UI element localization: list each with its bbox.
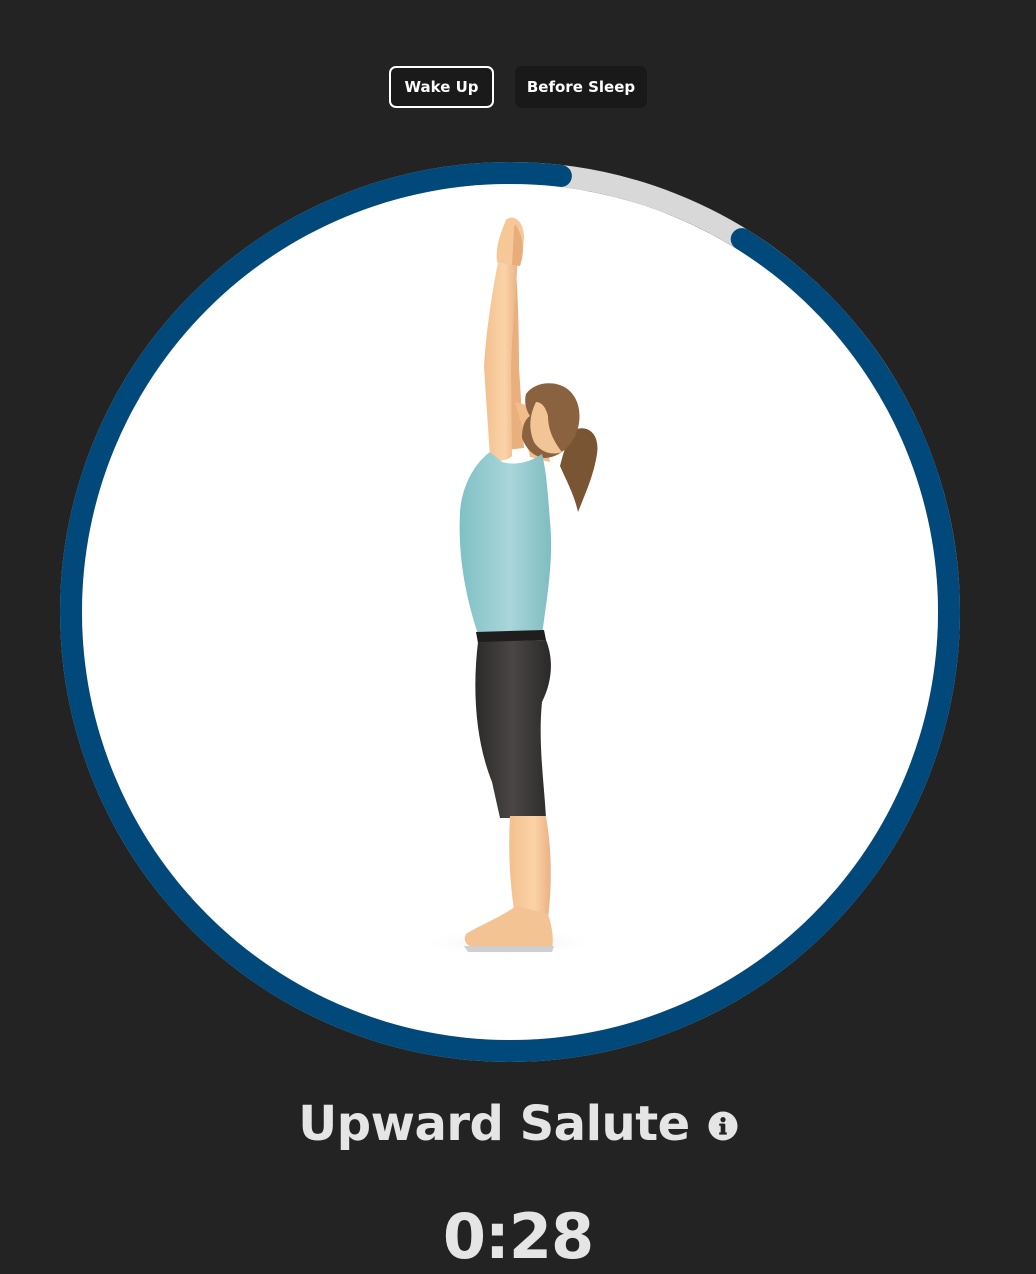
pose-timer: 0:28 [442, 1200, 594, 1273]
yoga-session-screen: Wake Up Before Sleep Upward Salute 0:28 [0, 0, 1036, 1274]
info-icon[interactable] [708, 1111, 738, 1141]
pose-title-row: Upward Salute [0, 1096, 1036, 1152]
tab-wake-up[interactable]: Wake Up [389, 66, 494, 108]
pose-progress-ring [60, 162, 960, 1062]
routine-tabs: Wake Up Before Sleep [0, 66, 1036, 108]
pose-name: Upward Salute [298, 1096, 690, 1152]
tab-before-sleep[interactable]: Before Sleep [515, 66, 647, 108]
